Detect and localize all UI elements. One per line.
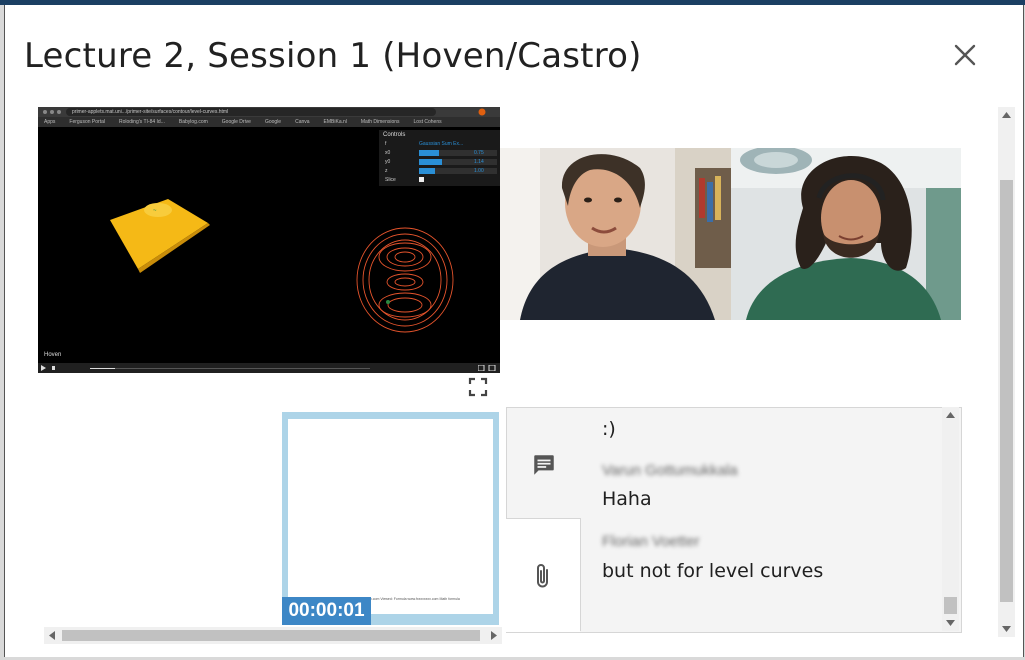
chat-scrollbar[interactable]: [942, 407, 959, 631]
control-row[interactable]: f Gaussian Sum Ex...: [379, 140, 500, 148]
control-value: Gaussian Sum Ex...: [419, 141, 464, 147]
control-checkbox[interactable]: [419, 177, 424, 182]
control-slider-fill: [419, 150, 439, 156]
expand-fullscreen-icon[interactable]: [468, 377, 488, 397]
play-icon[interactable]: [41, 365, 61, 371]
chat-scroll-up-icon[interactable]: [942, 407, 959, 423]
control-row[interactable]: y0 1.14: [379, 158, 500, 166]
control-label: z: [385, 168, 388, 174]
playback-timer: 00:00:01: [282, 597, 371, 625]
svg-text:~: ~: [153, 208, 157, 214]
browser-url: primer-applets.mat.uni.../primer-site/su…: [72, 109, 229, 115]
chat-icon[interactable]: [531, 452, 557, 478]
video-player-bar[interactable]: [38, 363, 500, 373]
slide-page: Taken on Textbooks www.xxxxxx.com Viewed…: [288, 419, 493, 614]
scroll-left-icon[interactable]: [44, 627, 60, 644]
controls-panel[interactable]: Controls f Gaussian Sum Ex... x0 0.75 y0…: [379, 130, 500, 186]
bookmarks-bar: Apps Ferguson Portal Roloding's TI-84 Id…: [38, 117, 500, 127]
scroll-right-icon[interactable]: [486, 627, 502, 644]
bookmark: Ferguson Portal: [69, 119, 105, 125]
control-value: 1.14: [474, 159, 484, 165]
horizontal-scroll-thumb[interactable]: [62, 630, 480, 641]
control-slider-fill: [419, 168, 435, 174]
scroll-thumb[interactable]: [1000, 180, 1013, 602]
control-slider[interactable]: [419, 150, 497, 156]
control-value: 1.00: [474, 168, 484, 174]
webcam-video-copresenter[interactable]: [731, 148, 961, 320]
chat-message-text: but not for level curves: [602, 560, 824, 582]
control-slider[interactable]: [419, 159, 497, 165]
bookmark: Babylog.com: [178, 119, 208, 125]
control-row[interactable]: x0 0.75: [379, 149, 500, 157]
chat-scroll-down-icon[interactable]: [942, 615, 959, 631]
video-progress[interactable]: [90, 368, 370, 369]
bookmark: EMBiKa.nl: [323, 119, 347, 125]
bookmark: Google: [264, 119, 282, 125]
bookmark: Google Drive: [221, 119, 251, 125]
chat-message-author: Florian Voetter: [602, 533, 700, 550]
modal-title: Lecture 2, Session 1 (Hoven/Castro): [24, 36, 642, 76]
modal-vertical-scrollbar[interactable]: [998, 107, 1015, 637]
bookmark: Math Dimensions: [360, 119, 400, 125]
control-row[interactable]: Slice: [379, 176, 500, 184]
webcam-video-presenter[interactable]: [500, 148, 731, 320]
control-label: x0: [385, 150, 391, 156]
contour-plot: [356, 227, 454, 333]
modal-horizontal-scrollbar[interactable]: [44, 627, 502, 644]
control-row[interactable]: z 1.00: [379, 167, 500, 175]
chat-message-author: Varun Gottumukkala: [602, 462, 738, 479]
fullscreen-small-icon[interactable]: [478, 365, 496, 371]
control-slider-fill: [419, 159, 443, 165]
chat-divider-vertical: [580, 518, 581, 631]
bookmark: Roloding's TI-84 Id...: [118, 119, 165, 125]
slide-preview[interactable]: Taken on Textbooks www.xxxxxx.com Viewed…: [282, 412, 499, 625]
control-label: Slice: [385, 177, 396, 183]
control-value: 0.75: [474, 150, 484, 156]
control-label: f: [385, 141, 387, 147]
video-progress-fill: [90, 368, 116, 369]
scroll-down-icon[interactable]: [998, 621, 1015, 637]
close-icon[interactable]: [948, 38, 982, 72]
chat-message-text: :): [602, 418, 616, 440]
surface-plot: ~: [110, 199, 210, 273]
screenshare-video[interactable]: primer-applets.mat.uni.../primer-site/su…: [38, 107, 500, 373]
controls-title: Controls: [383, 132, 406, 138]
chat-message-text: Haha: [602, 488, 652, 510]
bookmark: Canva: [295, 119, 310, 125]
chat-divider: [506, 518, 580, 519]
control-slider[interactable]: [419, 168, 497, 174]
scroll-up-icon[interactable]: [998, 107, 1015, 123]
chat-scroll-thumb[interactable]: [944, 597, 957, 614]
control-label: y0: [385, 159, 391, 165]
browser-url-bar: primer-applets.mat.uni.../primer-site/su…: [66, 108, 436, 116]
presenter-watermark: Hoven: [44, 352, 62, 358]
browser-toolbar: primer-applets.mat.uni.../primer-site/su…: [38, 107, 500, 117]
bookmark: Lost Cohens: [413, 119, 442, 125]
paperclip-icon[interactable]: [533, 562, 553, 590]
bookmark: Apps: [44, 119, 56, 125]
